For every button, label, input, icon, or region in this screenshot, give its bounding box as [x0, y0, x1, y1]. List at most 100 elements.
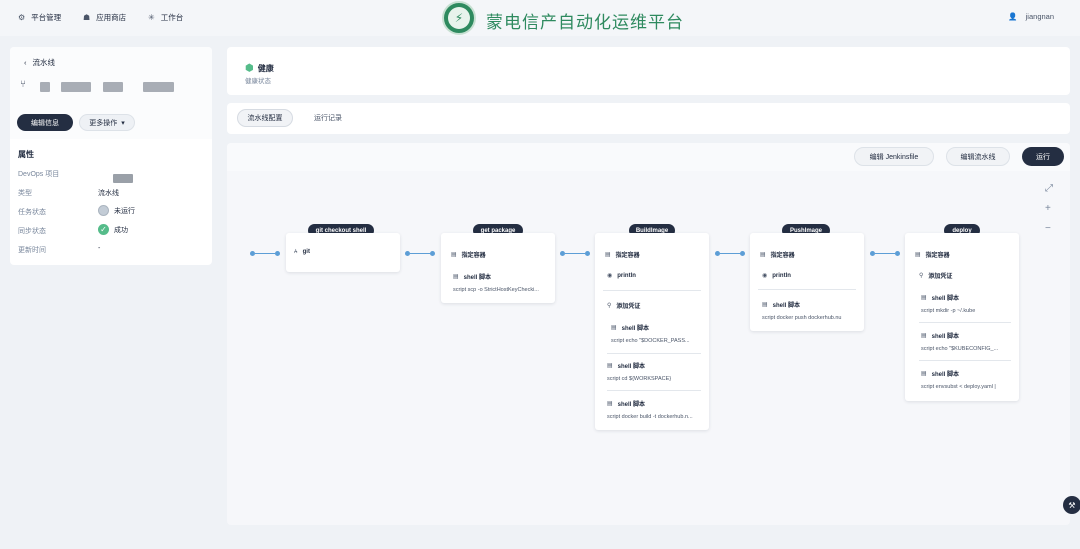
step-name: 指定容器	[770, 253, 795, 259]
health-card: ⬢ 健康 健康状态	[227, 47, 1070, 95]
stage-card-pushimage[interactable]: ▤ 指定容器 ◉ println ▤ shell 脚本 script docker p…	[750, 233, 864, 331]
nav-label: 应用商店	[96, 13, 127, 22]
shell-icon: ▤	[762, 302, 768, 308]
credential-icon: ⚲	[919, 273, 924, 279]
edit-info-button[interactable]: 编辑信息	[17, 114, 73, 131]
back-link[interactable]: ‹ 流水线	[24, 57, 55, 68]
run-button[interactable]: 运行	[1022, 147, 1064, 166]
divider	[603, 290, 701, 291]
redacted-name	[40, 82, 50, 92]
user-menu[interactable]: 👤 jiangnan	[1008, 12, 1054, 21]
shell-icon: ▤	[607, 363, 613, 369]
grid-icon: ✳	[148, 13, 155, 22]
username: jiangnan	[1025, 12, 1054, 21]
stage-connector	[870, 250, 900, 256]
divider	[758, 289, 856, 290]
fullscreen-icon[interactable]: ⤢	[1045, 183, 1053, 194]
zoom-in-icon[interactable]: +	[1045, 203, 1051, 214]
step-script: script docker build -t dockerhub.n...	[607, 414, 693, 420]
step[interactable]: ▤ 指定容器	[750, 250, 864, 259]
step[interactable]: ▤ shell 脚本 script mkdir -p ~/.kube	[905, 293, 1019, 314]
tab-run-records[interactable]: 运行记录	[303, 109, 353, 127]
edit-jenkinsfile-button[interactable]: 编辑 Jenkinsfile	[854, 147, 934, 166]
step[interactable]: ▤ shell 脚本 script echo "$KUBECONFIG_...	[905, 331, 1019, 352]
step[interactable]: ▤ shell 脚本 script envsubst < deploy.yaml …	[905, 369, 1019, 390]
step-name: shell 脚本	[621, 326, 650, 332]
tabs-bar: 流水线配置 运行记录	[227, 103, 1070, 134]
shell-icon: ▤	[921, 333, 927, 339]
nav-platform-management[interactable]: ⚙ 平台管理	[18, 12, 61, 23]
shell-icon: ▤	[607, 401, 613, 407]
container-icon: ▤	[605, 252, 611, 258]
step[interactable]: ⚲ 添加凭证	[595, 301, 709, 310]
prop-label: 任务状态	[18, 209, 46, 216]
caret-down-icon: ▾	[121, 119, 125, 127]
step[interactable]: ▤ 指定容器	[595, 250, 709, 259]
step[interactable]: ◉ println	[595, 272, 709, 280]
tab-pipeline-config[interactable]: 流水线配置	[237, 109, 293, 127]
redacted-name	[61, 82, 91, 92]
step-name: 添加凭证	[616, 304, 641, 310]
step-script: script echo "$KUBECONFIG_...	[921, 346, 999, 352]
step-name: 指定容器	[615, 253, 640, 259]
gear-icon: ⚙	[18, 13, 26, 22]
step-script: script envsubst < deploy.yaml |	[921, 384, 996, 390]
health-title-row: ⬢ 健康	[245, 63, 274, 74]
shell-icon: ▤	[453, 274, 459, 280]
prop-label: DevOps 项目	[18, 171, 60, 178]
step[interactable]: ▤ shell 脚本 script scp -o StrictHostKeyChe…	[441, 272, 555, 293]
step[interactable]: ▤ shell 脚本 script docker push dockerhub.n…	[750, 300, 864, 321]
brand-logo: ⚡	[442, 1, 476, 35]
tools-fab[interactable]: ⚒	[1063, 496, 1080, 514]
prop-label: 更新时间	[18, 247, 46, 254]
step-name: 指定容器	[461, 253, 486, 259]
stage-connector	[405, 250, 435, 256]
step[interactable]: ▤ 指定容器	[905, 250, 1019, 259]
git-icon: ⑃	[294, 249, 298, 255]
top-nav: ⚙ 平台管理 ☗ 应用商店 ✳ 工作台 ⚡ 蒙电信产自动化运维平台 👤 jian…	[0, 0, 1080, 36]
step-name: 指定容器	[925, 253, 950, 259]
prop-label: 类型	[18, 190, 32, 197]
credential-icon: ⚲	[607, 303, 612, 309]
step-script: script echo "$DOCKER_PASS...	[611, 338, 690, 344]
chevron-left-icon: ‹	[24, 58, 27, 67]
redacted-name	[143, 82, 174, 92]
step-name: shell 脚本	[617, 402, 646, 408]
divider	[919, 322, 1011, 323]
pipeline-icon: ⑂	[20, 79, 26, 90]
step-name: shell 脚本	[772, 303, 801, 309]
step[interactable]: ▤ shell 脚本 script echo "$DOCKER_PASS...	[595, 323, 709, 344]
step-name: println	[617, 272, 636, 279]
nav-workbench[interactable]: ✳ 工作台	[148, 12, 183, 23]
brand-title: 蒙电信产自动化运维平台	[486, 13, 684, 33]
stage-connector	[715, 250, 745, 256]
stage-card-get-package[interactable]: ▤ 指定容器 ▤ shell 脚本 script scp -o StrictHost…	[441, 233, 555, 303]
step[interactable]: ▤ shell 脚本 script docker build -t dockerh…	[595, 399, 709, 420]
health-subtitle: 健康状态	[245, 78, 271, 85]
step[interactable]: ⚲ 添加凭证	[905, 271, 1019, 280]
user-icon: 👤	[1008, 12, 1018, 21]
back-label: 流水线	[32, 58, 56, 67]
health-title: 健康	[257, 64, 274, 73]
shield-check-icon: ⬢	[245, 63, 254, 74]
step[interactable]: ⑃ git	[286, 249, 400, 255]
prop-label: 同步状态	[18, 228, 46, 235]
step[interactable]: ▤ shell 脚本 script cd ${WORKSPACE}	[595, 361, 709, 382]
container-icon: ▤	[451, 252, 457, 258]
nav-app-store[interactable]: ☗ 应用商店	[83, 12, 126, 23]
print-icon: ◉	[607, 273, 613, 279]
zoom-out-icon[interactable]: −	[1045, 223, 1051, 234]
step-script: script scp -o StrictHostKeyChecki...	[453, 287, 539, 293]
more-actions-button[interactable]: 更多操作 ▾	[79, 114, 135, 131]
redacted-name	[103, 82, 123, 92]
edit-pipeline-button[interactable]: 编辑流水线	[946, 147, 1010, 166]
step[interactable]: ◉ println	[750, 272, 864, 280]
shell-icon: ▤	[921, 371, 927, 377]
task-status-text: 未运行	[114, 207, 135, 215]
hammer-icon: ⚒	[1068, 500, 1076, 510]
step[interactable]: ▤ 指定容器	[441, 250, 555, 259]
stage-card-git-checkout[interactable]: ⑃ git	[286, 233, 400, 272]
stage-card-deploy[interactable]: ▤ 指定容器 ⚲ 添加凭证 ▤ shell 脚本 script mkdir -p ~/…	[905, 233, 1019, 401]
divider	[607, 390, 701, 391]
stage-card-buildimage[interactable]: ▤ 指定容器 ◉ println ⚲ 添加凭证 ▤ shell 脚本 script ec…	[595, 233, 709, 430]
